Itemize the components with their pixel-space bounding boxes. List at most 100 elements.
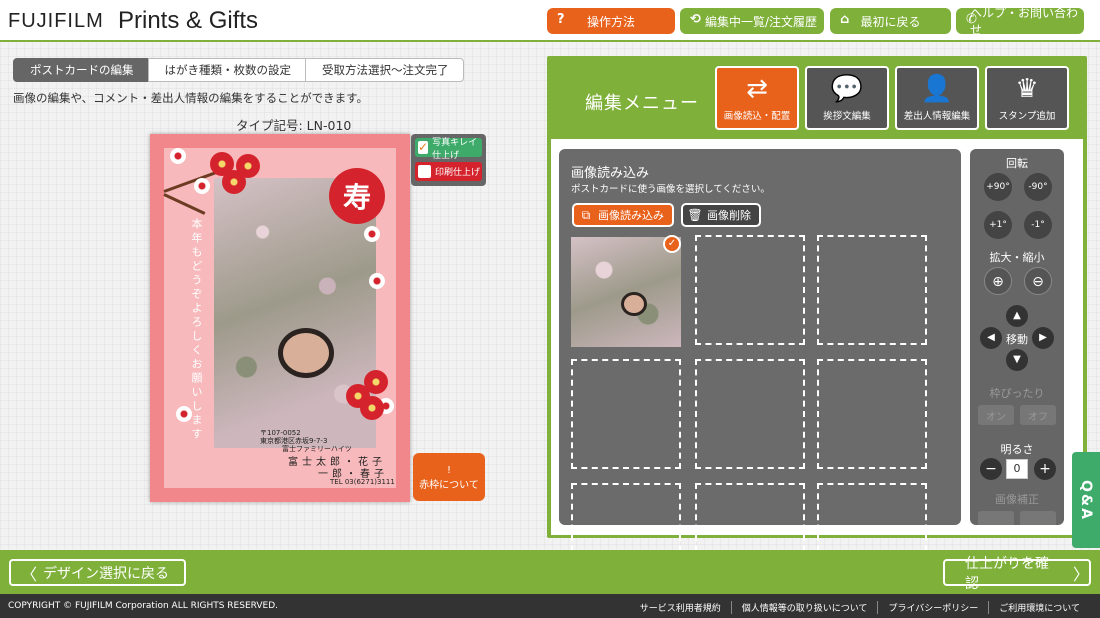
move-down-icon[interactable]: ▼ [1006,349,1028,371]
plum-blossom [236,154,260,178]
footer-link-privacy[interactable]: プライバシーポリシー [877,601,988,614]
rotate-plus1-button[interactable]: +1° [984,211,1012,239]
footer-links: サービス利用者規約 個人情報等の取り扱いについて プライバシーポリシー ご利用環… [630,601,1090,614]
kotobuki-stamp: 寿 [329,168,385,224]
tool-greeting-edit[interactable]: 💬 挨拶文編集 [805,66,889,130]
fujifilm-logo: FUJIFILM [8,10,104,32]
finish-print-option[interactable]: 印刷仕上げ [415,162,482,181]
footer: COPYRIGHT © FUJIFILM Corporation ALL RIG… [0,594,1100,618]
image-load-title: 画像読み込み [571,166,650,181]
home-icon: ⌂ [840,12,850,27]
phone-icon: ✆ [966,12,977,27]
edit-panel: 編集メニュー ⇄ 画像読込・配置 💬 挨拶文編集 👤 差出人情報編集 ♛ スタン… [547,56,1087,593]
image-controls: 回転 +90° -90° +1° -1° 拡大・縮小 ⊕ ⊖ ▲ ◀ 移動 ▶ … [970,149,1064,525]
checkbox-empty-icon [418,165,431,178]
tool-image-load[interactable]: ⇄ 画像読込・配置 [715,66,799,130]
chevron-right-icon: 〉 [1072,564,1089,584]
tool-image-load-label: 画像読込・配置 [723,111,791,122]
edit-menu-title: 編集メニュー [585,93,699,114]
image-load-icon: ⇄ [746,74,768,104]
delete-image-button[interactable]: 🗑 画像削除 [681,203,761,227]
history-button[interactable]: ⟲ 編集中一覧/注文履歴 [680,8,824,34]
plum-blossom [194,178,210,194]
plum-blossom [170,148,186,164]
qa-tab[interactable]: Q&A [1072,452,1100,548]
copyright: COPYRIGHT © FUJIFILM Corporation ALL RIG… [8,601,279,611]
postcard-inner: 寿 本年もどうぞよろしくお願いします 〒107-0052 東京都港区赤坂9-7-… [163,148,396,488]
breadcrumb-step-type: はがき種類・枚数の設定 [147,58,306,82]
chevron-left-icon: 〈 [21,564,38,584]
image-slot-empty[interactable] [817,359,927,469]
confirm-finish-button[interactable]: 仕上がりを確認 〉 [943,556,1091,592]
person-icon: 👤 [920,74,954,104]
fit-on-button[interactable]: オン [978,405,1014,425]
image-load-subtitle: ポストカードに使う画像を選択してください。 [571,184,770,195]
home-label: 最初に戻る [860,14,921,29]
question-icon: ? [557,12,565,27]
help-button[interactable]: ✆ ヘルプ・お問い合わせ [956,6,1084,37]
rotate-minus1-button[interactable]: -1° [1024,211,1052,239]
image-slot-empty[interactable] [817,235,927,345]
rotate-plus90-button[interactable]: +90° [984,173,1012,201]
move-right-icon[interactable]: ▶ [1032,327,1054,349]
plum-blossom [369,273,385,289]
type-code: タイプ記号: LN-010 [236,118,352,133]
breadcrumb-step-edit: ポストカードの編集 [13,58,149,82]
move-up-icon[interactable]: ▲ [1006,305,1028,327]
red-frame-info-button[interactable]: ! 赤枠について [413,453,485,501]
zoom-label: 拡大・縮小 [989,251,1045,264]
tool-sender-label: 差出人情報編集 [903,111,971,122]
image-slot-empty[interactable] [695,359,805,469]
correction-off-button[interactable] [1020,511,1056,525]
instruction-text: 画像の編集や、コメント・差出人情報の編集をすることができます。 [13,91,369,105]
history-icon: ⟲ [690,12,701,27]
image-slot-empty[interactable] [571,359,681,469]
finish-print-label: 印刷仕上げ [435,168,481,178]
home-button[interactable]: ⌂ 最初に戻る [830,8,951,34]
tool-greeting-label: 挨拶文編集 [823,111,871,122]
how-to-label: 操作方法 [586,14,635,29]
checkbox-checked-icon: ✓ [418,140,429,154]
tool-sender-edit[interactable]: 👤 差出人情報編集 [895,66,979,130]
finish-photo-option[interactable]: ✓ 写真キレイ仕上げ [415,138,482,161]
speech-bubble-icon: 💬 [830,74,864,104]
zoom-in-icon[interactable]: ⊕ [984,267,1012,295]
fit-off-button[interactable]: オフ [1020,405,1056,425]
plum-blossom [364,226,380,242]
plum-blossom [360,396,384,420]
tool-stamp-label: スタンプ追加 [998,111,1056,122]
footer-link-environment[interactable]: ご利用環境について [988,601,1090,614]
breadcrumb: ポストカードの編集 はがき種類・枚数の設定 受取方法選択〜注文完了 [13,58,464,82]
bottom-navbar: 〈 デザイン選択に戻る 仕上がりを確認 〉 [0,550,1100,594]
image-slot-selected[interactable]: ✓ [571,235,681,347]
correction-label: 画像補正 [995,493,1039,506]
zoom-out-icon[interactable]: ⊖ [1024,267,1052,295]
how-to-button[interactable]: ? 操作方法 [547,8,675,34]
stamp-icon: ♛ [1015,74,1039,104]
image-slot-empty[interactable] [695,235,805,345]
header: FUJIFILM Prints & Gifts ? 操作方法 ⟲ 編集中一覧/注… [0,0,1100,42]
footer-link-terms[interactable]: サービス利用者規約 [630,601,731,614]
check-icon: ✓ [663,235,681,253]
brightness-plus-icon[interactable]: + [1034,458,1056,480]
back-to-design-button[interactable]: 〈 デザイン選択に戻る [9,559,186,586]
qa-label: Q&A [1078,479,1094,521]
tool-stamp-add[interactable]: ♛ スタンプ追加 [985,66,1069,130]
rotate-minus90-button[interactable]: -90° [1024,173,1052,201]
plum-blossom [364,370,388,394]
correction-on-button[interactable] [978,511,1014,525]
postcard-preview[interactable]: 寿 本年もどうぞよろしくお願いします 〒107-0052 東京都港区赤坂9-7-… [150,134,410,502]
trash-icon: 🗑 [687,208,703,222]
copy-image-icon: ⧉ [581,207,591,222]
back-label: デザイン選択に戻る [43,565,170,582]
load-image-button[interactable]: ⧉ 画像読み込み [572,203,674,227]
image-load-area: 画像読み込み ポストカードに使う画像を選択してください。 ⧉ 画像読み込み 🗑 … [559,149,961,593]
load-image-label: 画像読み込み [598,209,664,222]
brightness-minus-icon[interactable]: − [980,458,1002,480]
brightness-value: 0 [1006,459,1028,479]
greeting-message: 本年もどうぞよろしくお願いします [190,218,203,442]
sender-tel: TEL 03(6271)3111 [330,478,395,486]
fit-label: 枠ぴったり [989,387,1045,400]
footer-link-personal-info[interactable]: 個人情報等の取り扱いについて [730,601,878,614]
finish-options: ✓ 写真キレイ仕上げ 印刷仕上げ [411,134,486,186]
